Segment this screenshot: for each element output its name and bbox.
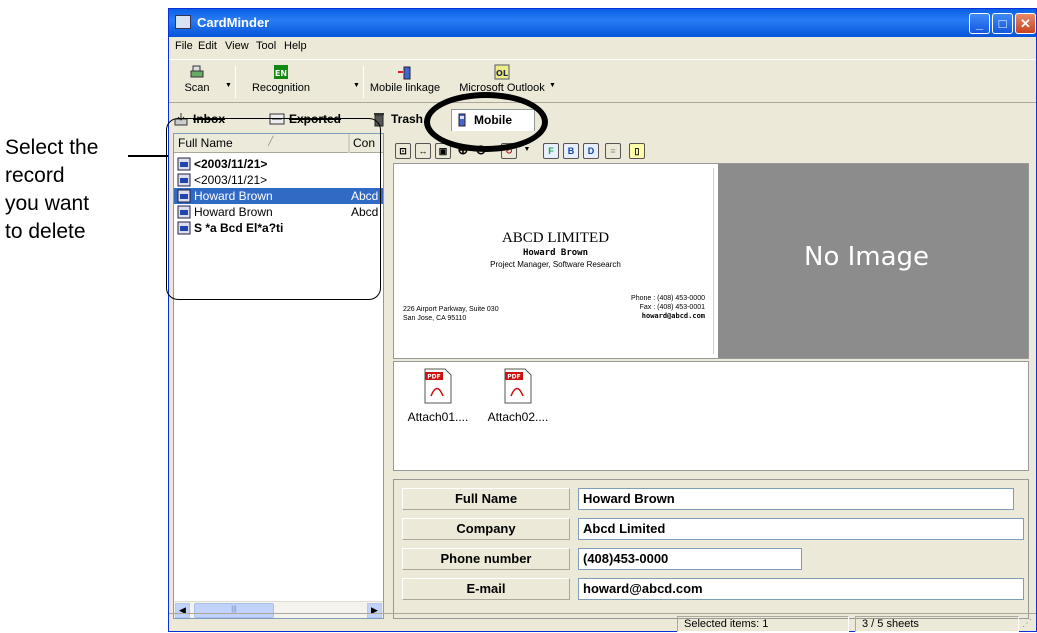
sheets-status: 3 / 5 sheets bbox=[855, 616, 1019, 632]
recognition-label: Recognition bbox=[251, 82, 311, 94]
fit-page-icon[interactable]: ⊡ bbox=[395, 143, 411, 159]
outlook-icon: OL bbox=[494, 64, 510, 80]
detail-pane: ⊡ ↔ ▣ ⊕ ⊖ ↻ ▼ F B D ≡ ▯ ABCD LIMITED How… bbox=[389, 133, 1029, 619]
recognition-button[interactable]: EN Recognition bbox=[239, 64, 323, 100]
back-image-placeholder: No Image bbox=[718, 164, 1028, 358]
card-jobtitle: Project Manager, Software Research bbox=[490, 260, 621, 269]
app-icon bbox=[175, 15, 191, 29]
card-email: howard@abcd.com bbox=[641, 312, 705, 320]
menu-view[interactable]: View bbox=[225, 40, 249, 52]
both-sides-icon[interactable]: D bbox=[583, 143, 599, 159]
menu-bar: File Edit View Tool Help bbox=[169, 37, 1036, 57]
scan-button[interactable]: Scan bbox=[177, 64, 217, 100]
tab-trash-label: Trash bbox=[391, 112, 424, 126]
window-title: CardMinder bbox=[197, 15, 270, 30]
menu-file[interactable]: File bbox=[175, 40, 193, 52]
svg-text:PDF: PDF bbox=[507, 374, 520, 381]
phone-number-field[interactable]: (408)453-0000 bbox=[578, 548, 802, 570]
resize-grip-icon[interactable]: ⋰ bbox=[1022, 618, 1032, 629]
full-name-field[interactable]: Howard Brown bbox=[578, 488, 1014, 510]
svg-text:EN: EN bbox=[275, 69, 287, 78]
attachment-item[interactable]: PDF Attach01.... bbox=[398, 368, 478, 424]
recognition-dropdown-icon[interactable]: ▼ bbox=[353, 82, 360, 89]
mobile-linkage-button[interactable]: Mobile linkage bbox=[367, 64, 443, 100]
scanner-icon bbox=[190, 65, 204, 78]
back-side-icon[interactable]: B bbox=[563, 143, 579, 159]
email-field[interactable]: howard@abcd.com bbox=[578, 578, 1024, 600]
scan-label: Scan bbox=[184, 82, 210, 94]
main-toolbar: Scan ▼ EN Recognition ▼ Mobile linkage O… bbox=[169, 59, 1036, 103]
annotation-leader-line bbox=[128, 155, 170, 157]
full-name-label[interactable]: Full Name bbox=[402, 488, 570, 510]
mobile-linkage-icon bbox=[398, 66, 411, 80]
attachment-name: Attach01.... bbox=[407, 410, 469, 424]
annotation-line-2: record bbox=[5, 164, 65, 187]
outlook-dropdown-icon[interactable]: ▼ bbox=[549, 82, 556, 89]
mobile-linkage-label: Mobile linkage bbox=[369, 82, 441, 94]
card-address-line2: San Jose, CA 95110 bbox=[403, 315, 467, 322]
card-phone: Phone : (408) 453-0000 bbox=[631, 295, 705, 302]
menu-edit[interactable]: Edit bbox=[198, 40, 217, 52]
company-field[interactable]: Abcd Limited bbox=[578, 518, 1024, 540]
disabled-tool-icon: ≡ bbox=[605, 143, 621, 159]
scan-dropdown-icon[interactable]: ▼ bbox=[225, 82, 232, 89]
menu-help[interactable]: Help bbox=[284, 40, 307, 52]
annotation-line-1: Select the bbox=[5, 136, 99, 159]
cardminder-window: CardMinder _ □ ✕ File Edit View Tool Hel… bbox=[168, 8, 1037, 632]
card-fax: Fax : (408) 453-0001 bbox=[639, 304, 705, 311]
fit-width-icon[interactable]: ↔ bbox=[415, 143, 431, 159]
annotation-highlight-mobile-tab bbox=[424, 92, 548, 152]
status-bar: Selected items: 1 3 / 5 sheets ⋰ bbox=[169, 613, 1036, 633]
record-fields: Full Name Howard Brown Company Abcd Limi… bbox=[393, 479, 1029, 619]
company-label[interactable]: Company bbox=[402, 518, 570, 540]
title-bar[interactable]: CardMinder _ □ ✕ bbox=[169, 9, 1036, 37]
card-address: 226 Airport Parkway, Suite 030 San Jose,… bbox=[403, 305, 499, 323]
annotation-callout: Select the record you want to delete bbox=[5, 134, 135, 246]
business-card-image: ABCD LIMITED Howard Brown Project Manage… bbox=[398, 168, 714, 354]
attachments-area: PDF Attach01.... PDF Attach02.... bbox=[393, 361, 1029, 471]
svg-text:OL: OL bbox=[496, 69, 508, 78]
minimize-button[interactable]: _ bbox=[969, 13, 990, 34]
mobile-card-icon[interactable]: ▯ bbox=[629, 143, 645, 159]
toolbar-separator bbox=[363, 66, 364, 98]
front-side-icon[interactable]: F bbox=[543, 143, 559, 159]
card-company: ABCD LIMITED bbox=[501, 230, 610, 246]
annotation-highlight-list bbox=[166, 118, 381, 300]
close-button[interactable]: ✕ bbox=[1015, 13, 1036, 34]
maximize-button[interactable]: □ bbox=[992, 13, 1013, 34]
card-address-line1: 226 Airport Parkway, Suite 030 bbox=[403, 306, 499, 313]
selected-items-status: Selected items: 1 bbox=[677, 616, 849, 632]
card-image-area: ABCD LIMITED Howard Brown Project Manage… bbox=[393, 163, 1029, 359]
annotation-line-3: you want bbox=[5, 192, 90, 215]
card-person: Howard Brown bbox=[522, 248, 589, 258]
no-image-label: No Image bbox=[804, 242, 930, 272]
en-recognition-icon: EN bbox=[274, 65, 288, 79]
phone-number-label[interactable]: Phone number bbox=[402, 548, 570, 570]
annotation-line-4: to delete bbox=[5, 220, 86, 243]
menu-tool[interactable]: Tool bbox=[256, 40, 276, 52]
attachment-name: Attach02.... bbox=[487, 410, 549, 424]
card-contact: Phone : (408) 453-0000 Fax : (408) 453-0… bbox=[631, 294, 705, 321]
svg-text:PDF: PDF bbox=[427, 374, 440, 381]
attachment-item[interactable]: PDF Attach02.... bbox=[478, 368, 558, 424]
email-label[interactable]: E-mail bbox=[402, 578, 570, 600]
toolbar-separator bbox=[235, 66, 236, 98]
pdf-icon: PDF bbox=[424, 368, 452, 404]
pdf-icon: PDF bbox=[504, 368, 532, 404]
